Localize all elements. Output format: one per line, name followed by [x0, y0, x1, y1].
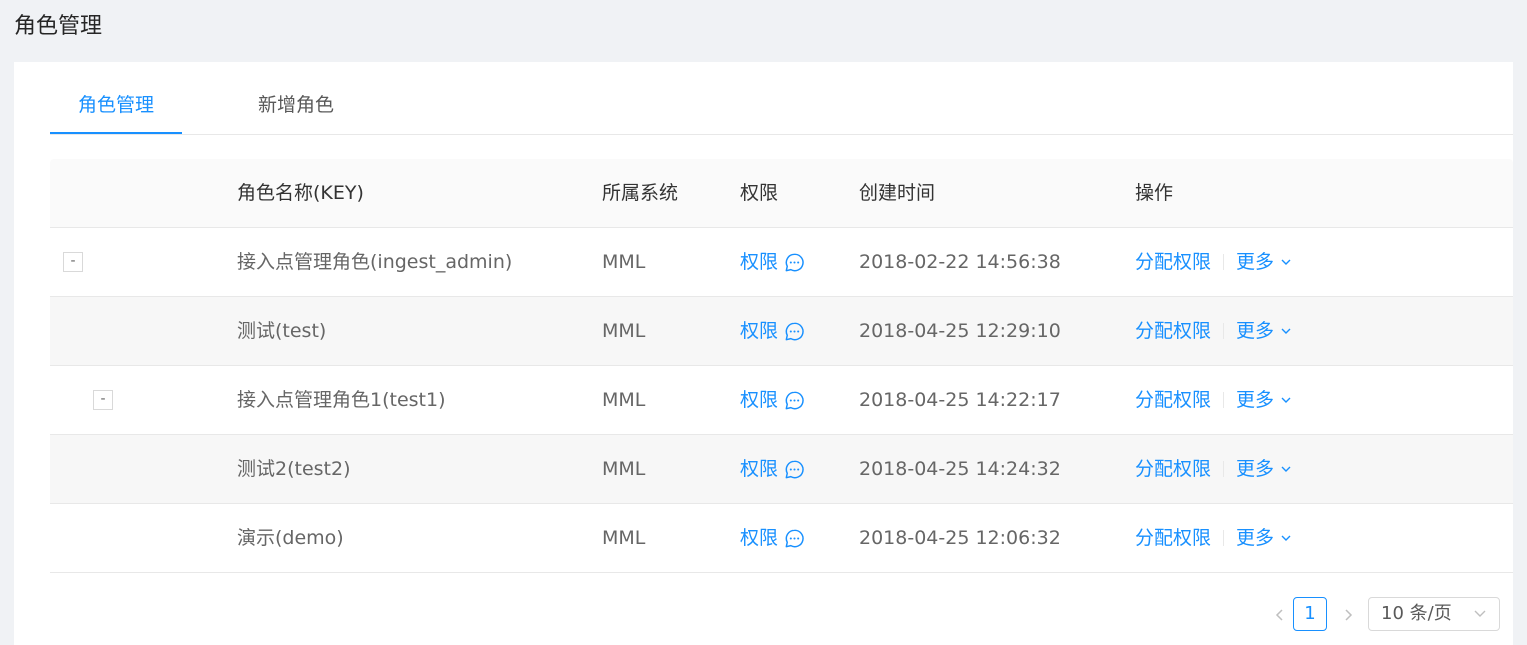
comment-icon	[785, 391, 804, 409]
action-divider	[1223, 323, 1225, 339]
page-size-select[interactable]: 10 条/页	[1368, 597, 1500, 631]
role-system: MML	[602, 389, 646, 411]
table-row: - 接入点管理角色1(test1) MML 权限 2018-04-25 14:2…	[50, 366, 1513, 435]
permission-link[interactable]: 权限	[740, 228, 805, 296]
tab-add-role[interactable]: 新增角色	[242, 90, 350, 134]
table-row: 演示(demo) MML 权限 2018-04-25 12:06:32 分配权限…	[50, 504, 1513, 573]
assign-permission-link[interactable]: 分配权限	[1135, 228, 1211, 296]
role-name: 测试(test)	[237, 320, 327, 342]
action-divider	[1223, 530, 1225, 546]
permission-link[interactable]: 权限	[740, 504, 805, 572]
more-label: 更多	[1236, 320, 1275, 342]
permission-label: 权限	[740, 320, 779, 342]
action-divider	[1223, 461, 1225, 477]
chevron-left-icon[interactable]	[1270, 605, 1290, 625]
role-name: 接入点管理角色(ingest_admin)	[237, 251, 513, 273]
chevron-down-icon	[1473, 598, 1487, 641]
chevron-down-icon	[1281, 328, 1291, 334]
role-name: 演示(demo)	[237, 527, 344, 549]
table-row: 测试2(test2) MML 权限 2018-04-25 14:24:32 分配…	[50, 435, 1513, 504]
more-dropdown[interactable]: 更多	[1236, 504, 1292, 572]
created-time: 2018-04-25 12:06:32	[859, 527, 1061, 549]
table-row: 测试(test) MML 权限 2018-04-25 12:29:10 分配权限…	[50, 297, 1513, 366]
chevron-down-icon	[1281, 535, 1291, 541]
assign-permission-link[interactable]: 分配权限	[1135, 297, 1211, 365]
created-time: 2018-02-22 14:56:38	[859, 251, 1061, 273]
row-actions: 分配权限 更多	[1135, 297, 1292, 365]
role-system: MML	[602, 458, 646, 480]
more-label: 更多	[1236, 251, 1275, 273]
more-label: 更多	[1236, 527, 1275, 549]
permission-link[interactable]: 权限	[740, 366, 805, 434]
more-label: 更多	[1236, 458, 1275, 480]
permission-label: 权限	[740, 527, 779, 549]
content-card: 角色管理 新增角色 角色名称(KEY) 所属系统 权限 创建时间 操作 - 接入…	[14, 62, 1513, 645]
row-actions: 分配权限 更多	[1135, 228, 1292, 296]
table-header: 角色名称(KEY) 所属系统 权限 创建时间 操作	[50, 159, 1513, 228]
created-time: 2018-04-25 14:22:17	[859, 389, 1061, 411]
page-number-current[interactable]: 1	[1293, 597, 1327, 631]
more-label: 更多	[1236, 389, 1275, 411]
permission-label: 权限	[740, 251, 779, 273]
column-header-name: 角色名称(KEY)	[237, 182, 364, 204]
comment-icon	[785, 322, 804, 340]
created-time: 2018-04-25 14:24:32	[859, 458, 1061, 480]
chevron-down-icon	[1281, 259, 1291, 265]
chevron-right-icon[interactable]	[1338, 605, 1358, 625]
permission-link[interactable]: 权限	[740, 297, 805, 365]
permission-link[interactable]: 权限	[740, 435, 805, 503]
assign-permission-link[interactable]: 分配权限	[1135, 366, 1211, 434]
assign-permission-link[interactable]: 分配权限	[1135, 435, 1211, 503]
collapse-row-button[interactable]: -	[93, 390, 113, 410]
comment-icon	[785, 529, 804, 547]
role-table: 角色名称(KEY) 所属系统 权限 创建时间 操作 - 接入点管理角色(inge…	[50, 159, 1513, 573]
page-title: 角色管理	[14, 14, 103, 39]
pagination: 1 10 条/页	[1270, 597, 1510, 635]
table-row: - 接入点管理角色(ingest_admin) MML 权限 2018-02-2…	[50, 228, 1513, 297]
chevron-down-icon	[1281, 397, 1291, 403]
assign-permission-link[interactable]: 分配权限	[1135, 504, 1211, 572]
column-header-system: 所属系统	[602, 182, 679, 204]
permission-label: 权限	[740, 458, 779, 480]
role-name: 测试2(test2)	[237, 458, 351, 480]
action-divider	[1223, 254, 1225, 270]
row-actions: 分配权限 更多	[1135, 366, 1292, 434]
tab-role-management[interactable]: 角色管理	[50, 90, 182, 134]
comment-icon	[785, 460, 804, 478]
collapse-row-button[interactable]: -	[63, 252, 83, 272]
role-system: MML	[602, 251, 646, 273]
chevron-down-icon	[1281, 466, 1291, 472]
column-header-actions: 操作	[1135, 182, 1174, 204]
more-dropdown[interactable]: 更多	[1236, 435, 1292, 503]
column-header-permission: 权限	[740, 182, 779, 204]
tab-bar: 角色管理 新增角色	[50, 62, 1513, 135]
row-actions: 分配权限 更多	[1135, 504, 1292, 572]
column-header-created: 创建时间	[859, 182, 936, 204]
page-size-label: 10 条/页	[1381, 603, 1452, 624]
role-name: 接入点管理角色1(test1)	[237, 389, 446, 411]
comment-icon	[785, 253, 804, 271]
row-actions: 分配权限 更多	[1135, 435, 1292, 503]
created-time: 2018-04-25 12:29:10	[859, 320, 1061, 342]
more-dropdown[interactable]: 更多	[1236, 297, 1292, 365]
role-system: MML	[602, 527, 646, 549]
more-dropdown[interactable]: 更多	[1236, 228, 1292, 296]
more-dropdown[interactable]: 更多	[1236, 366, 1292, 434]
action-divider	[1223, 392, 1225, 408]
permission-label: 权限	[740, 389, 779, 411]
role-system: MML	[602, 320, 646, 342]
